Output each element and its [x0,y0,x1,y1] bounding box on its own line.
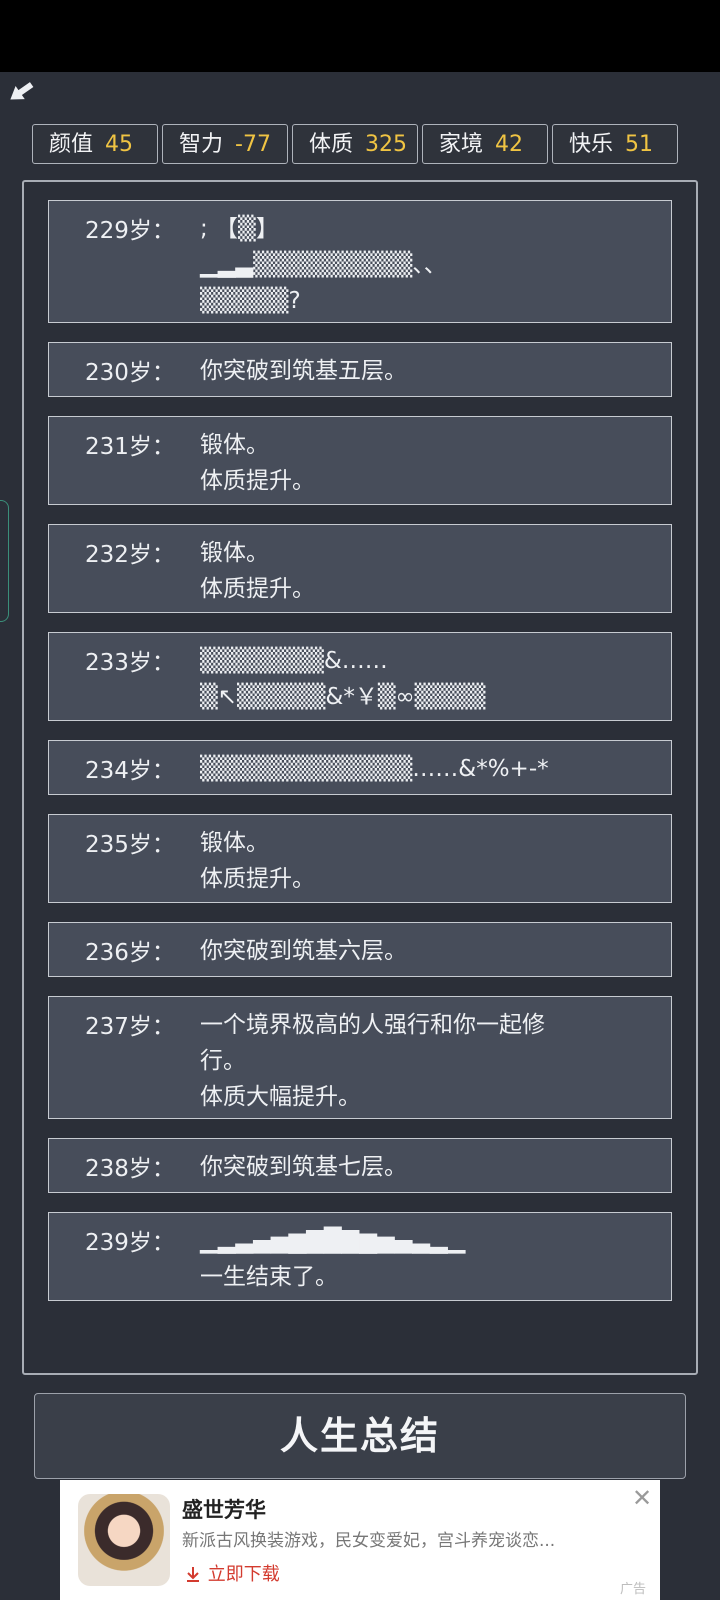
event-text: ; 【▒】 ▁▂▃▒▒▒▒▒▒▒▒▒、、 ▒▒▒▒▒? [200,211,630,319]
back-arrow-icon[interactable] [6,80,36,104]
stat-happiness: 快乐 51 [552,124,678,164]
event-line: ▁▂▃▒▒▒▒▒▒▒▒▒、、 [200,252,447,278]
stat-charm: 颜值 45 [32,124,158,164]
download-icon [187,1567,199,1582]
event-text: 锻体。 体质提升。 [200,427,630,499]
event-line: 行。 [200,1048,246,1074]
close-icon[interactable]: ✕ [632,1484,652,1512]
event-age: 238岁： [85,1156,175,1182]
ad-tag: 广告 [620,1582,647,1597]
event-line: 锻体。 [200,830,269,856]
event-line: ▁▂▃▄▅▆▇█▇▆▅▄▃▂▁ [200,1228,466,1254]
stat-constitution: 体质 325 [292,124,418,164]
event-entry: 230岁： 你突破到筑基五层。 [48,342,672,397]
event-line: 你突破到筑基五层。 [200,358,407,384]
event-line: 体质提升。 [200,468,315,494]
event-text: 锻体。 体质提升。 [200,535,630,607]
event-line: ▒▒▒▒▒▒▒▒▒▒▒▒……&*%+-* [200,756,549,782]
event-line: 你突破到筑基七层。 [200,1154,407,1180]
event-entry: 233岁： ▒▒▒▒▒▒▒&…… ▒↖▒▒▒▒▒&*￥▒∞▒▒▒▒ [48,632,672,721]
event-entry: 229岁： ; 【▒】 ▁▂▃▒▒▒▒▒▒▒▒▒、、 ▒▒▒▒▒? [48,200,672,323]
event-text: ▁▂▃▄▅▆▇█▇▆▅▄▃▂▁ 一生结束了。 [200,1223,630,1295]
event-age: 232岁： [85,542,175,568]
event-text: 你突破到筑基七层。 [200,1149,630,1185]
stat-value: 51 [625,132,654,157]
status-bar [0,0,720,72]
event-age: 233岁： [85,650,175,676]
stat-label: 家境 [439,132,484,157]
event-age: 231岁： [85,434,175,460]
ad-download-label: 立即下载 [207,1564,280,1585]
stat-label: 快乐 [569,132,614,157]
event-entry: 234岁： ▒▒▒▒▒▒▒▒▒▒▒▒……&*%+-* [48,740,672,795]
ad-banner[interactable]: 盛世芳华 新派古风换装游戏，民女变爱妃，宫斗养宠谈恋... 立即下载 ✕ 广告 [60,1480,660,1600]
stat-label: 颜值 [49,132,94,157]
ad-thumbnail[interactable] [78,1494,170,1586]
event-age: 237岁： [85,1014,175,1040]
event-text: 你突破到筑基五层。 [200,353,630,389]
event-line: 一个境界极高的人强行和你一起修 [200,1012,545,1038]
event-line: 体质提升。 [200,576,315,602]
attribute-bar: 颜值 45 智力 -77 体质 325 家境 42 快乐 51 [32,124,688,166]
event-text: ▒▒▒▒▒▒▒▒▒▒▒▒……&*%+-* [200,751,630,787]
life-event-log[interactable]: 229岁： ; 【▒】 ▁▂▃▒▒▒▒▒▒▒▒▒、、 ▒▒▒▒▒? 230岁： … [22,180,698,1375]
ad-description[interactable]: 新派古风换装游戏，民女变爱妃，宫斗养宠谈恋... [182,1526,555,1551]
event-entry: 232岁： 锻体。 体质提升。 [48,524,672,613]
stat-label: 智力 [179,132,224,157]
event-entry: 235岁： 锻体。 体质提升。 [48,814,672,903]
event-text: ▒▒▒▒▒▒▒&…… ▒↖▒▒▒▒▒&*￥▒∞▒▒▒▒ [200,643,630,715]
event-age: 235岁： [85,832,175,858]
event-entry: 231岁： 锻体。 体质提升。 [48,416,672,505]
life-summary-button[interactable]: 人生总结 [34,1393,686,1479]
event-line: ▒↖▒▒▒▒▒&*￥▒∞▒▒▒▒ [200,684,486,710]
event-line: 锻体。 [200,540,269,566]
stat-intelligence: 智力 -77 [162,124,288,164]
stat-value: 45 [105,132,134,157]
event-age: 229岁： [85,218,175,244]
event-age: 230岁： [85,360,175,386]
event-line: 锻体。 [200,432,269,458]
event-entry: 238岁： 你突破到筑基七层。 [48,1138,672,1193]
event-line: 体质大幅提升。 [200,1084,361,1110]
stat-value: 325 [365,132,408,157]
event-age: 239岁： [85,1230,175,1256]
stat-value: 42 [495,132,524,157]
event-line: 你突破到筑基六层。 [200,938,407,964]
event-line: ▒▒▒▒▒▒▒&…… [200,648,388,674]
event-line: 体质提升。 [200,866,315,892]
event-age: 234岁： [85,758,175,784]
event-line: ; 【▒】 [200,216,279,242]
event-text: 你突破到筑基六层。 [200,933,630,969]
event-line: ▒▒▒▒▒? [200,288,301,314]
event-age: 236岁： [85,940,175,966]
stat-label: 体质 [309,132,354,157]
ad-title[interactable]: 盛世芳华 [182,1494,266,1524]
event-entry: 237岁： 一个境界极高的人强行和你一起修 行。 体质大幅提升。 [48,996,672,1119]
event-entry: 239岁： ▁▂▃▄▅▆▇█▇▆▅▄▃▂▁ 一生结束了。 [48,1212,672,1301]
event-text: 锻体。 体质提升。 [200,825,630,897]
event-line: 一生结束了。 [200,1264,338,1290]
stat-value: -77 [235,132,271,157]
event-text: 一个境界极高的人强行和你一起修 行。 体质大幅提升。 [200,1007,630,1115]
event-entry: 236岁： 你突破到筑基六层。 [48,922,672,977]
stat-family: 家境 42 [422,124,548,164]
side-drawer-handle[interactable] [0,500,9,622]
ad-download-button[interactable]: 立即下载 [184,1560,280,1586]
